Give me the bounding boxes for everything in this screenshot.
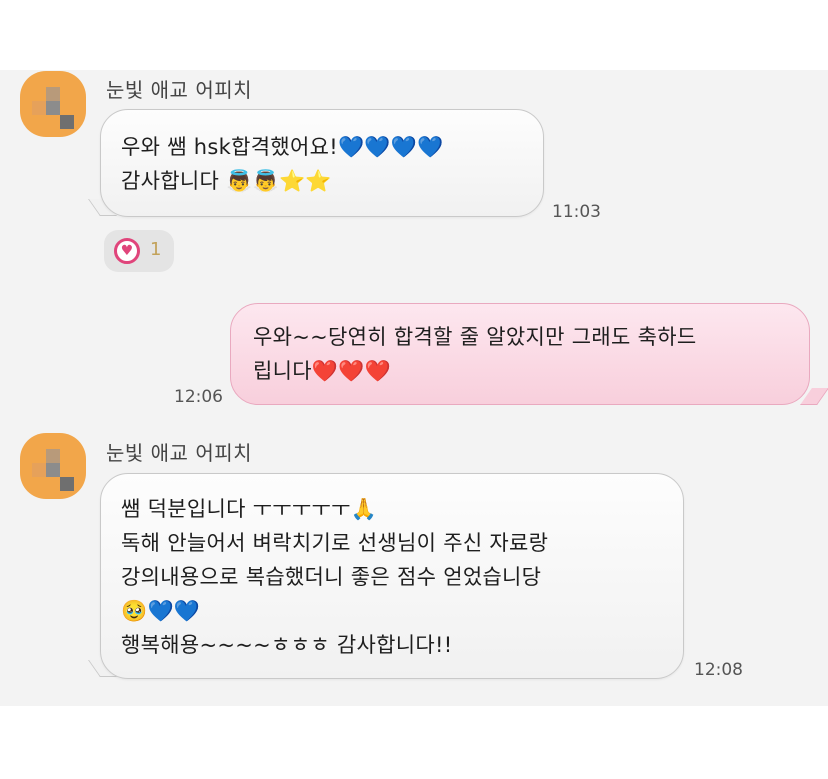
message-time: 12:06 — [174, 387, 223, 407]
message-line: 독해 안늘어서 벼락치기로 선생님이 주신 자료랑 — [121, 531, 549, 555]
heart-icon: ♥ — [114, 238, 140, 264]
message-time: 12:08 — [694, 660, 743, 680]
message-line: 우와~~당연히 합격할 줄 알았지만 그래도 축하드 — [253, 325, 697, 349]
message-bubble[interactable]: 우와 쌤 hsk합격했어요!💙💙💙💙 감사합니다 👼👼⭐⭐ — [100, 109, 544, 217]
message-line: 감사합니다 👼👼⭐⭐ — [121, 169, 332, 193]
sender-avatar[interactable] — [20, 433, 86, 499]
reaction-badge[interactable]: ♥ 1 — [104, 230, 174, 272]
reaction-count: 1 — [150, 239, 162, 260]
message-bubble[interactable]: 쌤 덕분입니다 ㅜㅜㅜㅜㅜ🙏 독해 안늘어서 벼락치기로 선생님이 주신 자료랑… — [100, 473, 684, 679]
message-line: 행복해용~~~~ㅎㅎㅎ 감사합니다!! — [121, 633, 453, 657]
message-line: 우와 쌤 hsk합격했어요!💙💙💙💙 — [121, 135, 444, 159]
message-bubble[interactable]: 우와~~당연히 합격할 줄 알았지만 그래도 축하드 립니다❤️❤️❤️ — [230, 303, 810, 405]
sender-avatar[interactable] — [20, 71, 86, 137]
sender-name: 눈빛 애교 어피치 — [106, 78, 253, 102]
message-line: 강의내용으로 복습했더니 좋은 점수 얻었습니당 — [121, 565, 542, 589]
message-line: 쌤 덕분입니다 ㅜㅜㅜㅜㅜ🙏 — [121, 497, 378, 521]
message-line: 🥹💙💙 — [121, 599, 201, 623]
message-time: 11:03 — [552, 202, 601, 222]
sender-name: 눈빛 애교 어피치 — [106, 441, 253, 465]
message-line: 립니다❤️❤️❤️ — [253, 359, 392, 383]
